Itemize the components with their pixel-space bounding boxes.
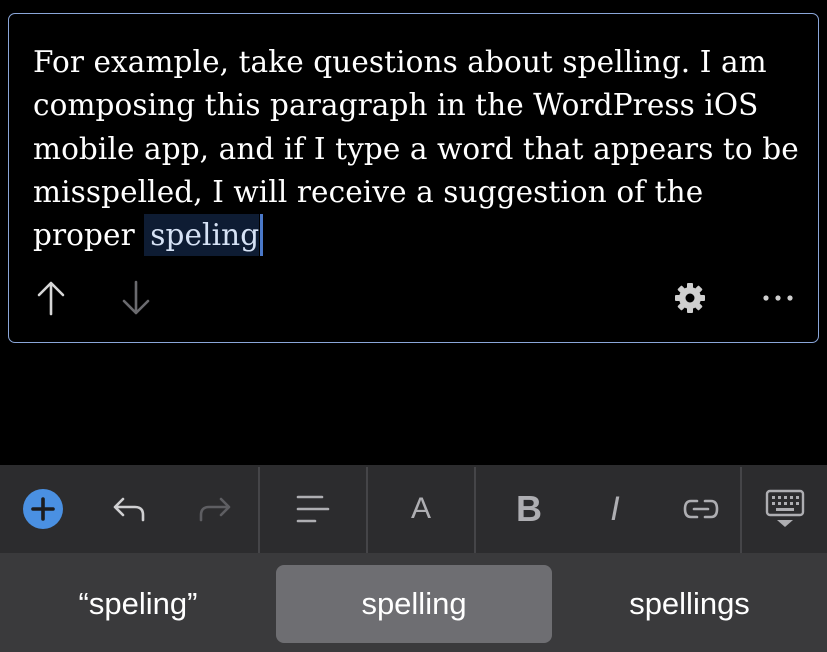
ellipsis-icon <box>763 295 793 301</box>
more-options-button[interactable] <box>754 274 802 322</box>
link-icon <box>683 499 719 519</box>
hide-keyboard-button[interactable] <box>756 465 814 553</box>
undo-icon <box>113 497 145 522</box>
suggestion-original[interactable]: “speling” <box>0 565 276 643</box>
suggestion-alternate[interactable]: spellings <box>552 565 827 643</box>
move-up-button[interactable] <box>27 274 75 322</box>
add-block-button[interactable] <box>14 465 72 553</box>
italic-button[interactable]: I <box>584 465 646 553</box>
paragraph-block[interactable]: For example, take questions about spelli… <box>8 13 819 343</box>
autocorrect-suggestion-bar: “speling” spelling spellings <box>0 553 827 652</box>
arrow-down-icon <box>122 280 150 315</box>
keyboard-dismiss-icon <box>765 489 805 527</box>
redo-icon <box>199 497 231 522</box>
plus-circle-icon <box>23 489 63 529</box>
bold-button[interactable]: B <box>498 465 560 553</box>
suggestion-selected[interactable]: spelling <box>276 565 552 643</box>
gear-icon <box>675 283 705 313</box>
move-down-button[interactable] <box>112 274 160 322</box>
toolbar-divider <box>740 467 742 553</box>
align-left-icon <box>296 495 330 523</box>
link-button[interactable] <box>670 465 732 553</box>
block-settings-button[interactable] <box>666 274 714 322</box>
paragraph-text-area[interactable]: For example, take questions about spelli… <box>33 41 803 257</box>
selected-word[interactable]: speling <box>144 214 260 257</box>
toolbar-divider <box>474 467 476 553</box>
text-caret <box>260 214 264 257</box>
undo-button[interactable] <box>100 465 158 553</box>
text-color-button[interactable]: A <box>390 465 452 553</box>
toolbar-divider <box>258 467 260 553</box>
toolbar-divider <box>366 467 368 553</box>
format-toolbar: A B I <box>0 465 827 553</box>
arrow-up-icon <box>37 281 65 316</box>
align-button[interactable] <box>282 465 344 553</box>
redo-button[interactable] <box>186 465 244 553</box>
